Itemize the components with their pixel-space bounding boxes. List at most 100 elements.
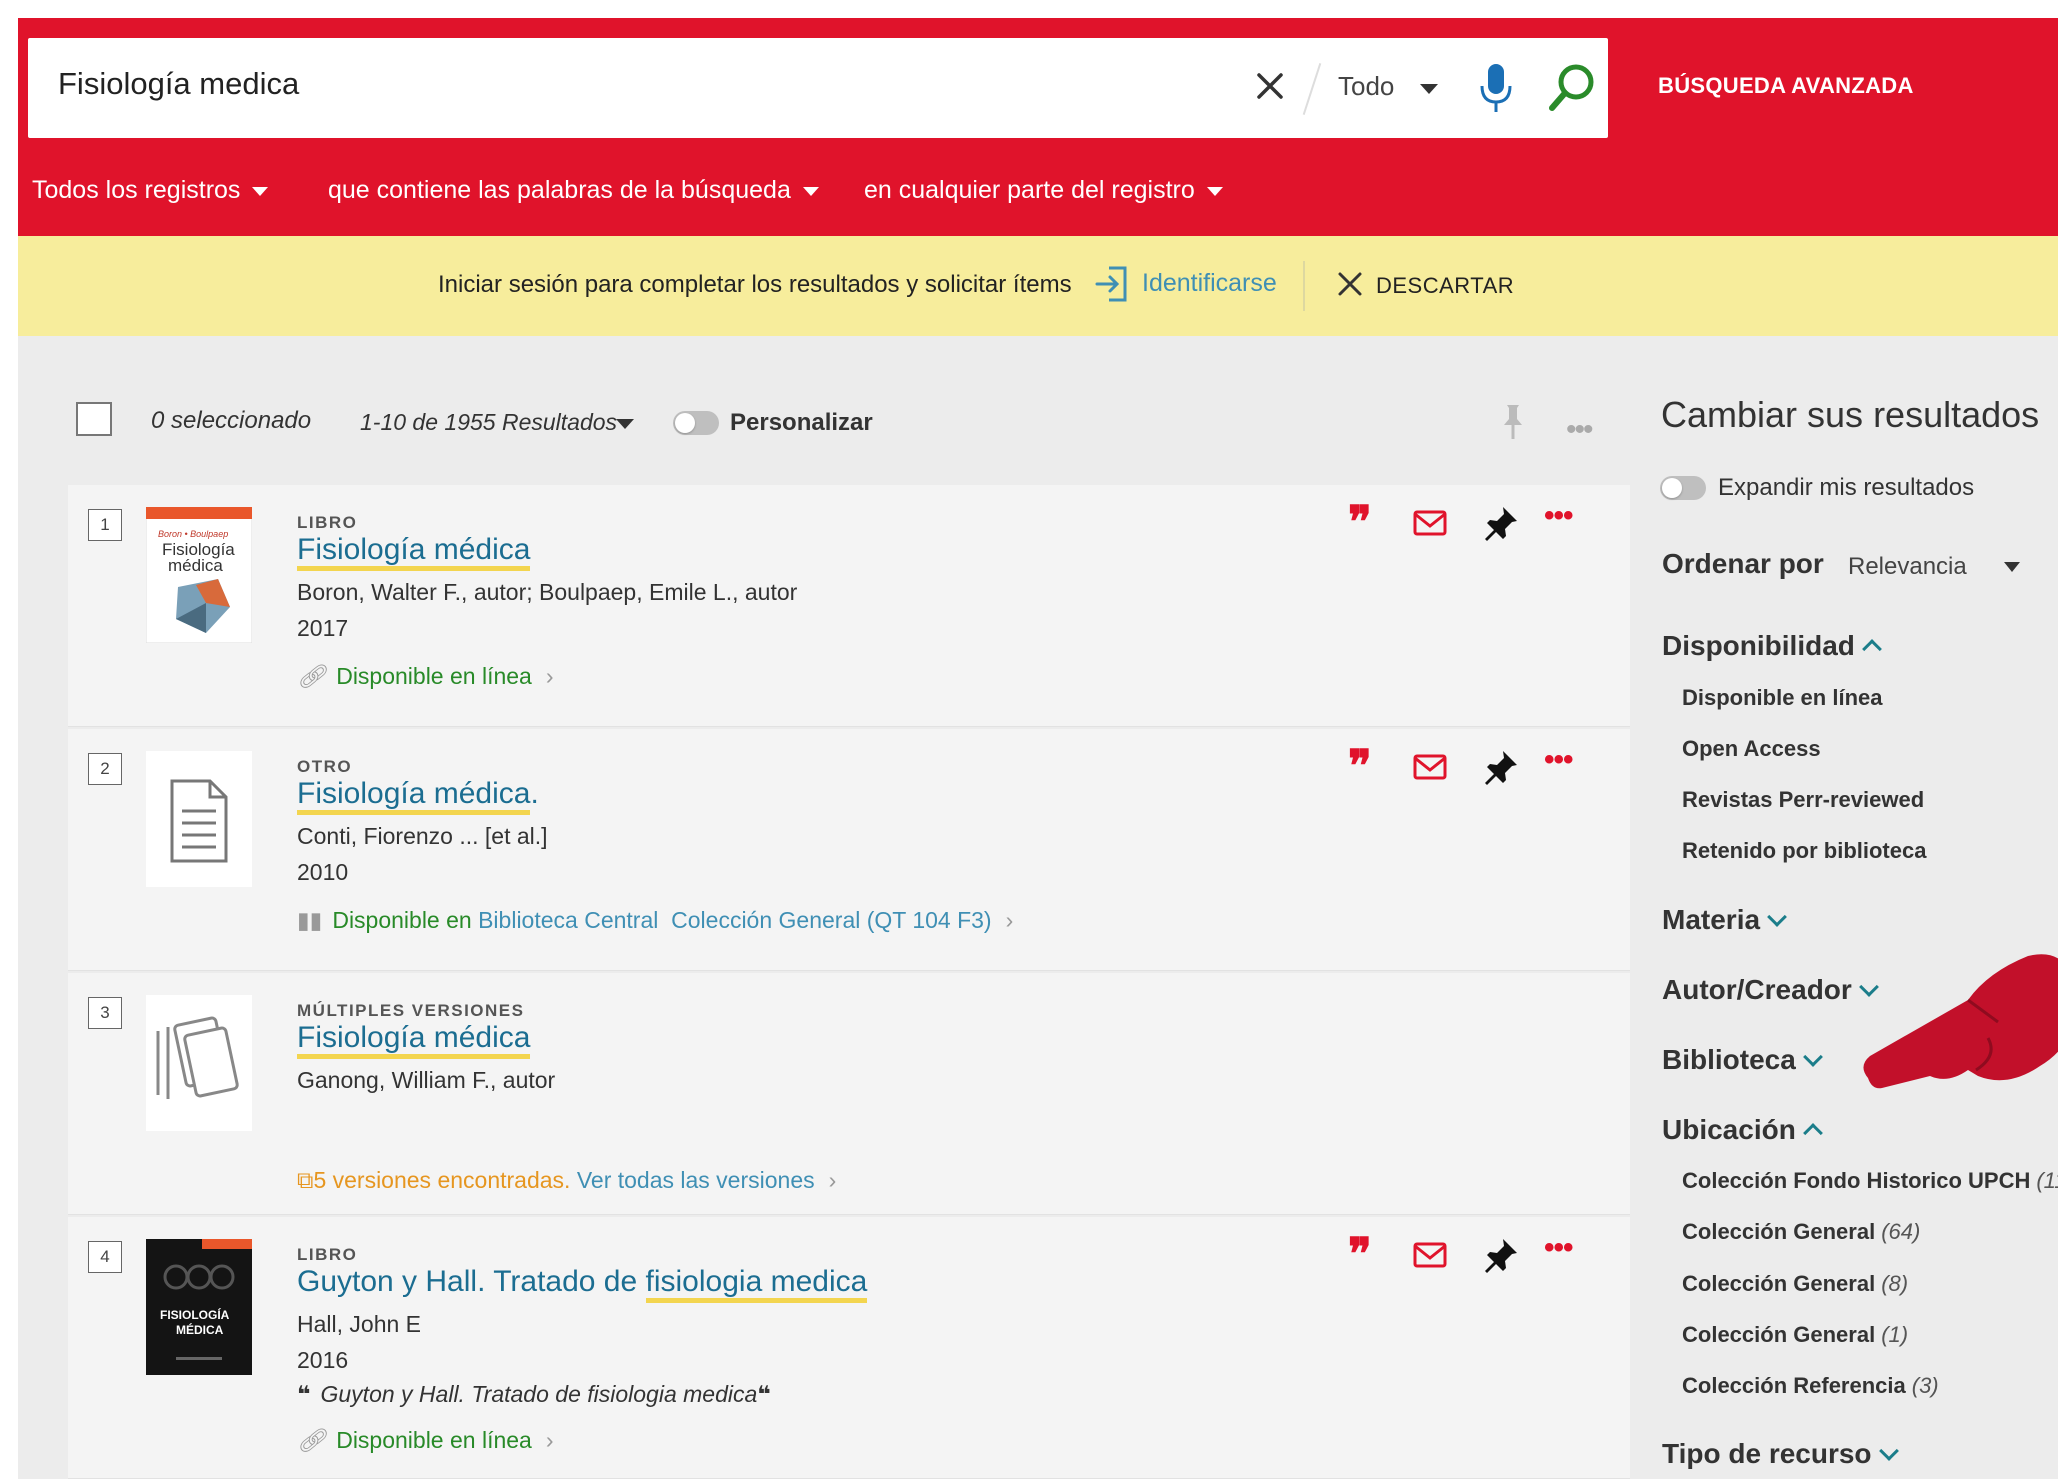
result-title-link[interactable]: Fisiología médica xyxy=(297,1021,531,1059)
title-text: fisiologia medica xyxy=(645,1265,868,1303)
availability-link[interactable]: 🔗︎ Disponible en línea › xyxy=(297,663,554,690)
clear-search-icon[interactable] xyxy=(1250,66,1290,106)
facet-item[interactable]: Colección Referencia (3) xyxy=(1682,1373,1939,1399)
svg-text:Boron • Boulpaep: Boron • Boulpaep xyxy=(158,529,228,539)
search-header: Fisiología medica Todo BÚSQUEDA AVANZADA… xyxy=(18,18,2058,236)
result-card[interactable]: 4 FISIOLOGÍA MÉDICA LIBRO Guyton y Hall.… xyxy=(68,1217,1630,1479)
facet-item[interactable]: Revistas Perr-reviewed xyxy=(1682,787,1924,813)
chevron-up-icon xyxy=(1802,1122,1823,1143)
expand-results-toggle[interactable] xyxy=(1660,476,1706,500)
select-all-checkbox[interactable] xyxy=(76,402,112,436)
search-input[interactable]: Fisiología medica xyxy=(58,66,299,102)
collection-name: Colección General (QT 104 F3) xyxy=(671,907,992,933)
cite-icon[interactable]: ❞ xyxy=(1348,501,1388,545)
facet-subject[interactable]: Materia xyxy=(1662,904,1787,936)
sign-in-link[interactable]: Identificarse xyxy=(1142,269,1277,298)
result-type: OTRO xyxy=(297,757,353,776)
sign-in-icon[interactable] xyxy=(1095,264,1131,304)
facet-item[interactable]: Open Access xyxy=(1682,736,1821,762)
chevron-right-icon: › xyxy=(1005,907,1014,933)
filter-label: en cualquier parte del registro xyxy=(864,176,1195,204)
email-icon[interactable] xyxy=(1410,503,1450,543)
quote-text: Guyton y Hall. Tratado de fisiologia med… xyxy=(320,1381,758,1407)
advanced-search-link[interactable]: BÚSQUEDA AVANZADA xyxy=(1658,73,1914,99)
facet-item[interactable]: Colección General (8) xyxy=(1682,1271,1908,1297)
cite-icon[interactable]: ❞ xyxy=(1348,1233,1388,1277)
result-author: Conti, Fiorenzo ... [et al.] xyxy=(297,823,548,849)
search-icon[interactable] xyxy=(1546,60,1598,116)
personalize-label: Personalizar xyxy=(730,409,873,436)
search-scope-select[interactable]: Todo xyxy=(1338,71,1394,102)
book-cover-thumbnail[interactable]: FISIOLOGÍA MÉDICA xyxy=(146,1239,252,1375)
result-card[interactable]: 2 OTRO Fisiología médica. Conti, Fiorenz… xyxy=(68,729,1630,971)
book-cover-thumbnail[interactable]: Boron • Boulpaep Fisiología médica xyxy=(146,507,252,643)
result-title-link[interactable]: Fisiología médica xyxy=(297,533,531,571)
pin-icon[interactable] xyxy=(1481,747,1521,787)
availability-link[interactable]: ▮▮ Disponible en Biblioteca Central Colec… xyxy=(297,907,1013,934)
facet-author[interactable]: Autor/Creador xyxy=(1662,974,1879,1006)
facet-item[interactable]: Colección General (1) xyxy=(1682,1322,1908,1348)
results-range-select[interactable]: 1-10 de 1955 Resultados xyxy=(360,409,617,436)
result-card[interactable]: 3 MÚLTIPLES VERSIONES Fisiología médica … xyxy=(68,973,1630,1215)
more-options-icon[interactable]: ••• xyxy=(1544,1233,1584,1275)
shelf-icon: ▮▮ xyxy=(297,907,323,933)
facet-item[interactable]: Colección General (64) xyxy=(1682,1219,1920,1245)
banner-message: Iniciar sesión para completar los result… xyxy=(438,271,1072,298)
result-title-link[interactable]: Guyton y Hall. Tratado de fisiologia med… xyxy=(297,1265,868,1303)
pin-icon[interactable] xyxy=(1481,1235,1521,1275)
result-actions: ❞ ••• xyxy=(1348,745,1648,789)
result-card[interactable]: 1 Boron • Boulpaep Fisiología médica LIB… xyxy=(68,485,1630,727)
caret-down-icon xyxy=(802,186,819,196)
cite-icon[interactable]: ❞ xyxy=(1348,745,1388,789)
facet-item[interactable]: Retenido por biblioteca xyxy=(1682,838,1926,864)
facet-availability[interactable]: Disponibilidad xyxy=(1662,630,1882,662)
chevron-down-icon xyxy=(1767,906,1787,927)
microphone-icon[interactable] xyxy=(1476,60,1516,116)
email-icon[interactable] xyxy=(1410,1235,1450,1275)
search-box[interactable]: Fisiología medica Todo xyxy=(28,38,1608,138)
expand-results-label: Expandir mis resultados xyxy=(1718,474,1975,501)
link-icon: 🔗︎ xyxy=(297,663,327,689)
availability-link[interactable]: 🔗︎ Disponible en línea › xyxy=(297,1427,554,1454)
facet-location[interactable]: Ubicación xyxy=(1662,1114,1823,1146)
multiple-versions-icon[interactable] xyxy=(146,995,252,1131)
facet-item[interactable]: Disponible en línea xyxy=(1682,685,1882,711)
facet-item-count: (8) xyxy=(1881,1271,1909,1296)
signin-banner: Iniciar sesión para completar los result… xyxy=(18,236,2058,336)
sort-select[interactable]: Relevancia xyxy=(1848,553,1967,581)
availability-text: Disponible en línea xyxy=(336,663,532,689)
personalize-toggle[interactable] xyxy=(673,411,719,435)
more-options-icon[interactable]: ••• xyxy=(1544,501,1584,543)
caret-down-icon[interactable] xyxy=(616,419,634,429)
title-text: Fisiología médica xyxy=(297,533,531,571)
document-icon[interactable] xyxy=(146,751,252,887)
pin-icon[interactable] xyxy=(1481,503,1521,543)
caret-down-icon[interactable] xyxy=(1420,84,1438,94)
pin-icon[interactable] xyxy=(1498,402,1528,442)
result-title-link[interactable]: Fisiología médica. xyxy=(297,777,539,815)
match-type-filter[interactable]: que contiene las palabras de la búsqueda xyxy=(328,176,819,205)
facet-library[interactable]: Biblioteca xyxy=(1662,1044,1823,1076)
svg-text:MÉDICA: MÉDICA xyxy=(176,1322,224,1337)
field-filter[interactable]: en cualquier parte del registro xyxy=(864,176,1223,205)
record-type-filter[interactable]: Todos los registros xyxy=(32,176,269,205)
result-type: LIBRO xyxy=(297,513,358,532)
versions-link[interactable]: ⧉5 versiones encontradas. Ver todas las … xyxy=(297,1167,836,1194)
result-author: Boron, Walter F., autor; Boulpaep, Emile… xyxy=(297,579,798,605)
caret-down-icon xyxy=(1206,186,1223,196)
availability-text: Disponible en xyxy=(332,907,472,933)
facet-item[interactable]: Colección Fondo Historico UPCH(11) xyxy=(1682,1168,2058,1194)
title-text: Fisiología médica xyxy=(297,1021,531,1059)
facet-resource-type[interactable]: Tipo de recurso xyxy=(1662,1438,1899,1470)
email-icon[interactable] xyxy=(1410,747,1450,787)
result-number: 1 xyxy=(88,509,122,541)
result-quote: ❝ Guyton y Hall. Tratado de fisiologia me… xyxy=(297,1381,771,1408)
dismiss-button[interactable]: DESCARTAR xyxy=(1376,273,1514,299)
more-options-icon[interactable]: ••• xyxy=(1566,413,1593,447)
close-icon[interactable] xyxy=(1336,270,1364,298)
result-author: Ganong, William F., autor xyxy=(297,1067,556,1093)
result-type: MÚLTIPLES VERSIONES xyxy=(297,1001,525,1020)
caret-down-icon[interactable] xyxy=(2004,562,2020,572)
chevron-down-icon xyxy=(1802,1046,1823,1067)
more-options-icon[interactable]: ••• xyxy=(1544,745,1584,787)
